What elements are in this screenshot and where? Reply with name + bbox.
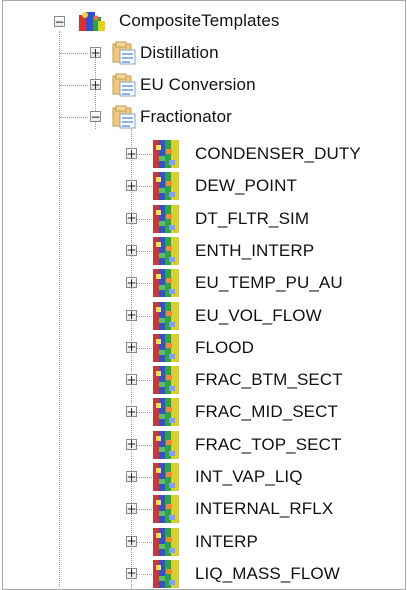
composite-block-icon [153, 463, 179, 496]
template-label: DEW_POINT [195, 176, 297, 196]
tree-node-folder[interactable]: + EU Conversion [3, 69, 405, 101]
template-label: ENTH_INTERP [195, 240, 315, 260]
expand-toggle-icon[interactable]: + [126, 567, 137, 579]
tree-node-folder[interactable]: − Fractionator [3, 101, 405, 133]
template-label: FRAC_TOP_SECT [195, 434, 342, 454]
expand-toggle-icon[interactable]: + [126, 148, 137, 160]
expand-toggle-icon[interactable]: + [126, 503, 137, 515]
expand-toggle-icon[interactable]: + [126, 406, 137, 418]
tree-node-folder[interactable]: + Distillation [3, 37, 405, 69]
folder-label: Fractionator [140, 107, 232, 126]
root-label: CompositeTemplates [119, 11, 280, 30]
template-label: INT_VAP_LIQ [195, 467, 303, 486]
tree-branch-line [60, 117, 88, 118]
composite-block-icon [153, 398, 179, 431]
template-tree: − CompositeTemplates + Distillation + EU Co… [3, 1, 405, 589]
tree-node-template[interactable]: + INT_VAP_LIQ [3, 461, 405, 493]
template-label: EU_VOL_FLOW [195, 305, 322, 325]
template-label: FLOOD [195, 337, 255, 357]
template-label: FRAC_BTM_SECT [195, 370, 343, 390]
composite-templates-icon [79, 12, 105, 31]
template-label: FRAC_MID_SECT [195, 402, 338, 422]
tree-branch-line [60, 85, 88, 86]
tree-node-template[interactable]: + EU_VOL_FLOW [3, 300, 405, 332]
collapse-toggle-icon[interactable]: − [54, 16, 65, 28]
composite-block-icon [153, 172, 179, 205]
expand-toggle-icon[interactable]: + [126, 374, 137, 386]
tree-node-template[interactable]: + EU_TEMP_PU_AU [3, 267, 405, 299]
tree-node-template[interactable]: + FRAC_BTM_SECT [3, 364, 405, 396]
template-label: EU_TEMP_PU_AU [195, 273, 343, 293]
template-label: CONDENSER_DUTY [195, 144, 361, 163]
collapse-toggle-icon[interactable]: − [90, 111, 101, 123]
folder-template-icon [111, 40, 137, 71]
composite-block-icon [153, 204, 179, 238]
tree-node-template[interactable]: + INTERP [3, 526, 405, 558]
template-label: INTERNAL_RFLX [195, 499, 334, 519]
composite-block-icon [153, 495, 179, 528]
template-label: INTERP [195, 531, 258, 551]
expand-toggle-icon[interactable]: + [126, 535, 137, 547]
tree-node-template[interactable]: + FRAC_TOP_SECT [3, 429, 405, 461]
composite-block-icon [153, 333, 179, 367]
composite-block-icon [153, 527, 179, 561]
folder-template-icon [111, 72, 137, 103]
composite-block-icon [153, 430, 179, 464]
expand-toggle-icon[interactable]: + [126, 341, 137, 353]
expand-toggle-icon[interactable]: + [126, 244, 137, 256]
composite-block-icon [153, 140, 179, 173]
template-label: DT_FLTR_SIM [195, 208, 310, 228]
tree-view-panel[interactable]: − CompositeTemplates + Distillation + EU Co… [2, 0, 406, 590]
expand-toggle-icon[interactable]: + [126, 212, 137, 224]
tree-node-template[interactable]: + INTERNAL_RFLX [3, 493, 405, 525]
tree-node-template[interactable]: + LIQ_MASS_FLOW [3, 558, 405, 589]
folder-template-icon [111, 104, 137, 135]
folder-label: Distillation [140, 43, 219, 62]
composite-block-icon [153, 366, 179, 399]
tree-node-template[interactable]: + DEW_POINT [3, 170, 405, 202]
tree-node-template[interactable]: + CONDENSER_DUTY [3, 138, 405, 170]
tree-node-template[interactable]: + ENTH_INTERP [3, 235, 405, 267]
composite-block-icon [153, 559, 179, 589]
expand-toggle-icon[interactable]: + [126, 309, 137, 321]
expand-toggle-icon[interactable]: + [90, 79, 101, 91]
template-label: LIQ_MASS_FLOW [195, 563, 340, 583]
expand-toggle-icon[interactable]: + [126, 277, 137, 289]
expand-toggle-icon[interactable]: + [126, 180, 137, 192]
composite-block-icon [153, 301, 179, 335]
expand-toggle-icon[interactable]: + [126, 438, 137, 450]
folder-label: EU Conversion [140, 75, 256, 94]
tree-node-template[interactable]: + FRAC_MID_SECT [3, 396, 405, 428]
tree-node-template[interactable]: + FLOOD [3, 332, 405, 364]
tree-branch-line [60, 53, 88, 54]
tree-node-root[interactable]: − CompositeTemplates [3, 6, 405, 38]
tree-node-template[interactable]: + DT_FLTR_SIM [3, 203, 405, 235]
composite-block-icon [153, 236, 179, 270]
expand-toggle-icon[interactable]: + [90, 47, 101, 59]
expand-toggle-icon[interactable]: + [126, 471, 137, 483]
composite-block-icon [153, 269, 179, 302]
